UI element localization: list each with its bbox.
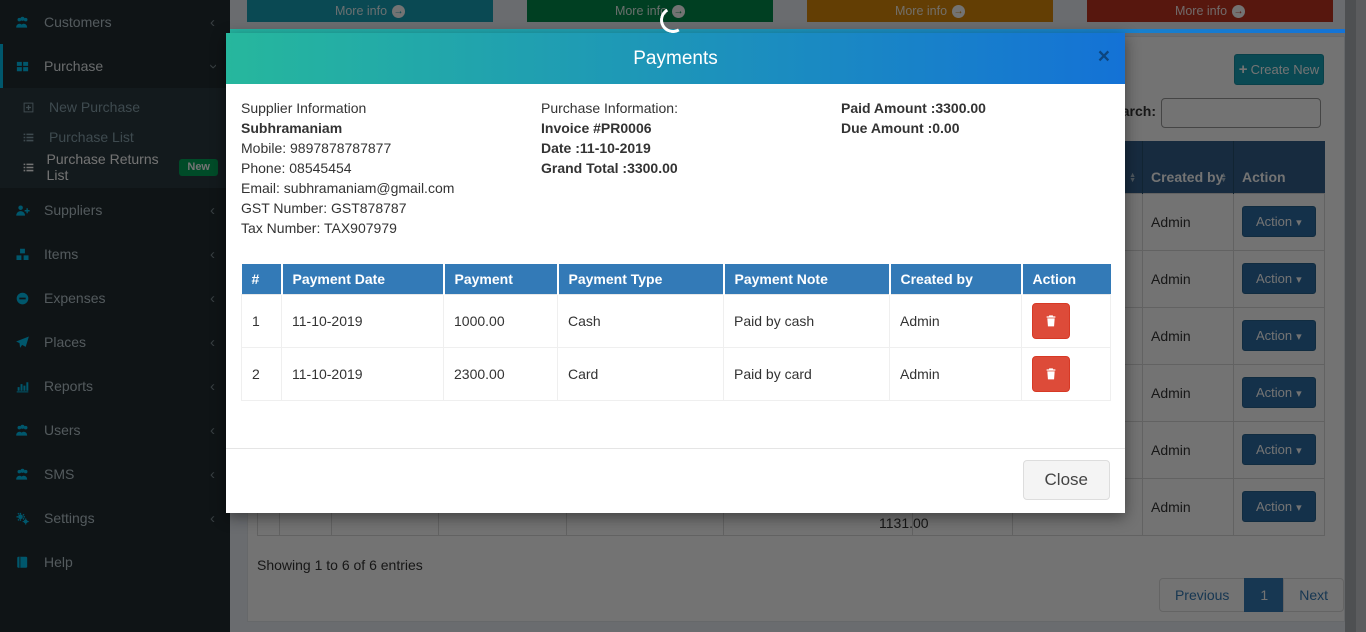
delete-payment-button[interactable]	[1032, 356, 1070, 392]
payment-type: Card	[558, 348, 724, 401]
supplier-email: Email: subhramaniam@gmail.com	[241, 178, 541, 198]
payment-date: 11-10-2019	[282, 348, 444, 401]
close-icon[interactable]: ×	[1098, 46, 1110, 67]
col-created-by: Created by	[890, 264, 1022, 295]
due-amount: Due Amount :0.00	[841, 118, 1110, 138]
col-payment-date: Payment Date	[282, 264, 444, 295]
payment-num: 1	[242, 295, 282, 348]
col-action: Action	[1022, 264, 1111, 295]
payments-table: # Payment Date Payment Payment Type Paym…	[241, 264, 1111, 401]
supplier-tax: Tax Number: TAX907979	[241, 218, 541, 238]
payment-created-by: Admin	[890, 348, 1022, 401]
col-num: #	[242, 264, 282, 295]
app-screen: Customers ‹ Purchase ‹ New Purchase Purc…	[0, 0, 1366, 632]
col-payment-type: Payment Type	[558, 264, 724, 295]
payment-type: Cash	[558, 295, 724, 348]
payment-note: Paid by card	[724, 348, 890, 401]
modal-header: Payments ×	[226, 33, 1125, 84]
payment-date: 11-10-2019	[282, 295, 444, 348]
col-payment-note: Payment Note	[724, 264, 890, 295]
supplier-gst: GST Number: GST878787	[241, 198, 541, 218]
payment-amount: 1000.00	[444, 295, 558, 348]
supplier-name: Subhramaniam	[241, 118, 541, 138]
trash-icon	[1044, 314, 1058, 328]
modal-title: Payments	[226, 33, 1125, 84]
supplier-info-heading: Supplier Information	[241, 98, 541, 118]
purchase-invoice: Invoice #PR0006	[541, 118, 841, 138]
col-payment: Payment	[444, 264, 558, 295]
modal-footer: Close	[226, 448, 1125, 513]
supplier-mobile: Mobile: 9897878787877	[241, 138, 541, 158]
payment-amount: 2300.00	[444, 348, 558, 401]
payment-num: 2	[242, 348, 282, 401]
trash-icon	[1044, 367, 1058, 381]
payment-row: 2 11-10-2019 2300.00 Card Paid by card A…	[242, 348, 1111, 401]
payment-info-row: Supplier Information Subhramaniam Mobile…	[241, 98, 1110, 238]
modal-body: Supplier Information Subhramaniam Mobile…	[226, 84, 1125, 401]
payments-header-row: # Payment Date Payment Payment Type Paym…	[242, 264, 1111, 295]
purchase-info: Purchase Information: Invoice #PR0006 Da…	[541, 98, 841, 238]
purchase-date: Date :11-10-2019	[541, 138, 841, 158]
paid-amount: Paid Amount :3300.00	[841, 98, 1110, 118]
supplier-phone: Phone: 08545454	[241, 158, 541, 178]
amounts-info: Paid Amount :3300.00 Due Amount :0.00	[841, 98, 1110, 238]
payment-note: Paid by cash	[724, 295, 890, 348]
purchase-info-heading: Purchase Information:	[541, 98, 841, 118]
payment-created-by: Admin	[890, 295, 1022, 348]
payment-row: 1 11-10-2019 1000.00 Cash Paid by cash A…	[242, 295, 1111, 348]
delete-payment-button[interactable]	[1032, 303, 1070, 339]
payments-modal: Payments × Supplier Information Subhrama…	[226, 33, 1125, 513]
supplier-info: Supplier Information Subhramaniam Mobile…	[241, 98, 541, 238]
purchase-grand-total: Grand Total :3300.00	[541, 158, 841, 178]
close-button[interactable]: Close	[1023, 460, 1110, 500]
